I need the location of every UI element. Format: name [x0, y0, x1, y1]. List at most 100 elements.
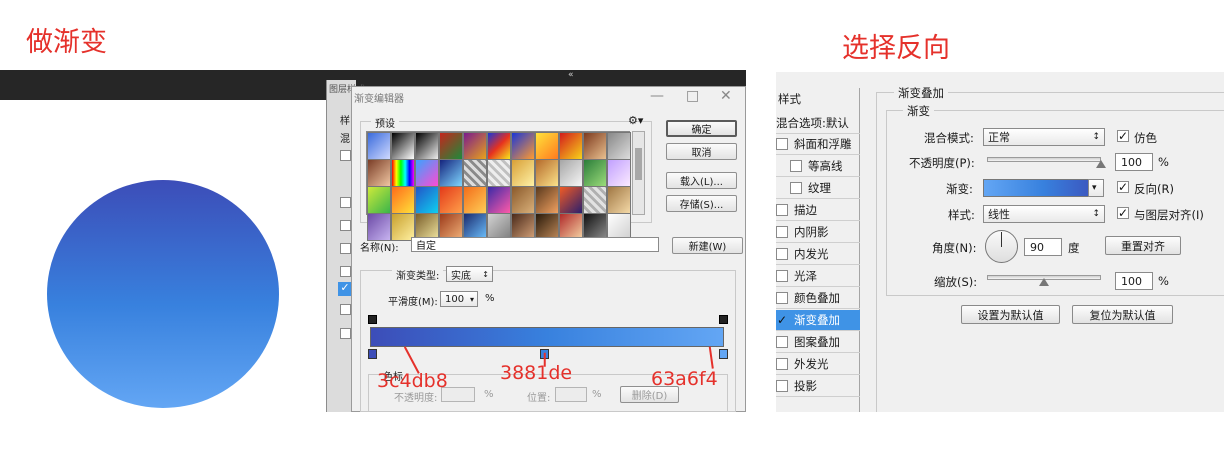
preset-swatch[interactable]	[439, 132, 463, 160]
preset-swatch[interactable]	[535, 159, 559, 187]
blend-mode-select[interactable]: 正常 ↕	[983, 128, 1105, 146]
preset-swatch[interactable]	[559, 186, 583, 214]
scale-slider-thumb[interactable]	[1039, 278, 1049, 286]
preset-swatch[interactable]	[511, 186, 535, 214]
preset-swatch[interactable]	[439, 186, 463, 214]
preset-swatch[interactable]	[583, 159, 607, 187]
layer-checkbox-checked[interactable]: ✓	[338, 282, 352, 296]
opacity-slider[interactable]	[987, 157, 1101, 162]
gear-icon[interactable]: ⚙▾	[628, 114, 643, 127]
sidebar-item[interactable]: 纹理	[776, 178, 860, 199]
sidebar-item-checkbox[interactable]	[776, 314, 788, 326]
preset-swatch[interactable]	[607, 159, 631, 187]
sidebar-item-checkbox[interactable]	[776, 138, 788, 150]
preset-swatch[interactable]	[487, 132, 511, 160]
load-button[interactable]: 载入(L)...	[666, 172, 737, 189]
sidebar-item-checkbox[interactable]	[776, 336, 788, 348]
preset-swatch[interactable]	[535, 132, 559, 160]
sidebar-item-checkbox[interactable]	[776, 270, 788, 282]
layer-checkbox[interactable]	[340, 197, 351, 208]
sidebar-item-checkbox[interactable]	[776, 248, 788, 260]
save-button[interactable]: 存储(S)...	[666, 195, 737, 212]
reset-align-button[interactable]: 重置对齐	[1105, 236, 1181, 255]
preset-swatch[interactable]	[511, 159, 535, 187]
sidebar-item[interactable]: 描边	[776, 200, 860, 221]
opacity-stop-right[interactable]	[719, 315, 728, 324]
ok-button[interactable]: 确定	[666, 120, 737, 137]
preset-swatch[interactable]	[415, 132, 439, 160]
preset-swatch[interactable]	[367, 186, 391, 214]
preset-swatch[interactable]	[559, 132, 583, 160]
preset-swatch[interactable]	[607, 186, 631, 214]
opacity-stop-left[interactable]	[368, 315, 377, 324]
sidebar-item[interactable]: 内阴影	[776, 222, 860, 243]
preset-swatch[interactable]	[415, 159, 439, 187]
preset-swatch[interactable]	[463, 132, 487, 160]
sidebar-item[interactable]: 外发光	[776, 354, 860, 375]
sidebar-item-checkbox[interactable]	[790, 182, 802, 194]
dither-checkbox[interactable]	[1117, 130, 1129, 142]
sidebar-item-checkbox[interactable]	[776, 204, 788, 216]
color-stop-3[interactable]	[719, 349, 728, 359]
presets-grid[interactable]	[366, 131, 631, 241]
preset-swatch[interactable]	[391, 132, 415, 160]
angle-input[interactable]: 90	[1024, 238, 1062, 256]
sidebar-item[interactable]: 投影	[776, 376, 860, 397]
layer-checkbox[interactable]	[340, 328, 351, 339]
preset-swatch[interactable]	[583, 132, 607, 160]
preset-swatch[interactable]	[487, 186, 511, 214]
preset-swatch[interactable]	[391, 186, 415, 214]
align-checkbox[interactable]	[1117, 207, 1129, 219]
minimize-icon[interactable]: —	[650, 88, 664, 104]
smoothness-select[interactable]: 100 ▾	[440, 291, 478, 307]
maximize-icon[interactable]: □	[686, 88, 699, 104]
sidebar-item-checkbox[interactable]	[776, 358, 788, 370]
color-stop-1[interactable]	[368, 349, 377, 359]
style-select[interactable]: 线性 ↕	[983, 205, 1105, 223]
preset-swatch[interactable]	[535, 186, 559, 214]
collapse-icon[interactable]: «	[568, 70, 574, 80]
sidebar-item[interactable]: 图案叠加	[776, 332, 860, 353]
set-default-button[interactable]: 设置为默认值	[961, 305, 1060, 324]
opacity-input[interactable]: 100	[1115, 153, 1153, 171]
sidebar-item[interactable]: 光泽	[776, 266, 860, 287]
preset-swatch[interactable]	[439, 159, 463, 187]
preset-swatch[interactable]	[583, 186, 607, 214]
gradient-bar[interactable]	[370, 327, 724, 347]
preset-swatch[interactable]	[607, 132, 631, 160]
opacity-slider-thumb[interactable]	[1096, 160, 1106, 168]
stop-location-input[interactable]	[555, 387, 587, 402]
cancel-button[interactable]: 取消	[666, 143, 737, 160]
preset-swatch[interactable]	[463, 159, 487, 187]
sidebar-item[interactable]: 斜面和浮雕	[776, 134, 860, 155]
layer-checkbox[interactable]	[340, 304, 351, 315]
sidebar-item[interactable]: 渐变叠加	[776, 310, 860, 331]
sidebar-item-checkbox[interactable]	[776, 292, 788, 304]
sidebar-item[interactable]: 等高线	[776, 156, 860, 177]
preset-swatch[interactable]	[367, 213, 391, 241]
preset-swatch[interactable]	[559, 159, 583, 187]
gradient-dropdown[interactable]: ▾	[1088, 179, 1104, 197]
scale-input[interactable]: 100	[1115, 272, 1153, 290]
reset-default-button[interactable]: 复位为默认值	[1072, 305, 1173, 324]
preset-swatch[interactable]	[415, 186, 439, 214]
blend-options-item[interactable]: 混合选项:默认	[776, 113, 860, 134]
gradient-type-select[interactable]: 实底 ↕	[446, 266, 493, 282]
presets-scroll-thumb[interactable]	[635, 148, 642, 180]
sidebar-item[interactable]: 内发光	[776, 244, 860, 265]
reverse-checkbox[interactable]	[1117, 181, 1129, 193]
preset-swatch[interactable]	[391, 159, 415, 187]
sidebar-item-checkbox[interactable]	[790, 160, 802, 172]
layer-checkbox[interactable]	[340, 150, 351, 161]
new-button[interactable]: 新建(W)	[672, 237, 743, 254]
preset-swatch[interactable]	[463, 186, 487, 214]
preset-swatch[interactable]	[511, 132, 535, 160]
sidebar-item-checkbox[interactable]	[776, 380, 788, 392]
preset-swatch[interactable]	[367, 132, 391, 160]
sidebar-item-checkbox[interactable]	[776, 226, 788, 238]
sidebar-item[interactable]: 颜色叠加	[776, 288, 860, 309]
close-icon[interactable]: ✕	[720, 88, 732, 104]
name-input[interactable]: 自定	[411, 237, 659, 252]
layer-checkbox[interactable]	[340, 266, 351, 277]
layer-checkbox[interactable]	[340, 220, 351, 231]
